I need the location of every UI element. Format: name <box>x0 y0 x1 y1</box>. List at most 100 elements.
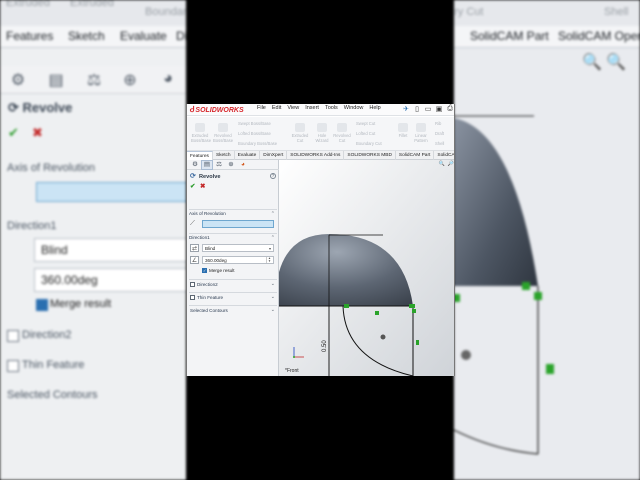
property-manager-icon: ▤ <box>48 72 64 89</box>
tab-solidcam-part[interactable]: SolidCAM Part <box>396 151 435 160</box>
pm-title-text: Revolve <box>199 173 221 180</box>
bg-merge-label: Merge result <box>50 298 112 310</box>
revolved-cut-button[interactable]: Revolved Cut <box>333 123 351 143</box>
feature-tree-icon: ⚙ <box>10 72 26 89</box>
collapse-chevron-icon: ⌃ <box>270 211 275 217</box>
draft-button[interactable]: Draft <box>435 131 444 136</box>
bg-dir2-label: Direction2 <box>22 329 72 341</box>
direction2-section[interactable]: Direction2 ⌄ <box>189 279 277 288</box>
bg-point <box>461 350 471 360</box>
solidworks-logo: Ꮷ SOLIDWORKS <box>190 105 244 115</box>
menu-insert[interactable]: Insert <box>305 105 319 111</box>
tab-addins[interactable]: SOLIDWORKS Add-Ins <box>287 151 345 160</box>
zoom-area-icon[interactable]: 🔎 <box>448 161 454 167</box>
angle-icon: ∠ <box>190 256 199 264</box>
axis-section-label: Axis of Revolution <box>189 211 226 216</box>
bg-tab: Evaluate <box>120 29 167 43</box>
bg-tab: Features <box>6 29 54 43</box>
relation-icon <box>412 309 416 313</box>
axis-section-header[interactable]: Axis of Revolution ⌃ <box>189 209 277 217</box>
viewport[interactable]: 0.50 <box>279 160 455 376</box>
extrude-cut-icon <box>295 123 305 132</box>
ok-button[interactable]: ✔ <box>190 182 195 190</box>
relation-icon <box>409 304 415 308</box>
lofted-cut-button[interactable]: Lofted Cut <box>356 131 375 136</box>
boundary-boss-button[interactable]: Boundary Boss/Base <box>238 141 277 146</box>
tab-dimxpert[interactable]: DimXpert <box>260 151 288 160</box>
save-icon[interactable]: ▣ <box>435 105 443 113</box>
dimension-label[interactable]: 0.50 <box>322 340 328 352</box>
bg-merge-check <box>36 299 48 311</box>
property-manager-icon[interactable]: ▤ <box>201 159 213 170</box>
extruded-cut-button[interactable]: Extruded Cut <box>291 123 309 143</box>
tab-features[interactable]: Features <box>187 151 213 160</box>
heads-up-view-toolbar: 🔍 🔎 <box>439 161 454 167</box>
quick-access-toolbar: ✈ ▯ ▭ ▣ ⎙ <box>402 105 454 113</box>
menu-window[interactable]: Window <box>344 105 364 111</box>
bg-axis-label: Axis of Revolution <box>7 162 96 174</box>
pin-icon[interactable]: ✈ <box>402 105 410 113</box>
menu-view[interactable]: View <box>287 105 299 111</box>
swept-boss-button[interactable]: Swept Boss/Base <box>238 121 271 126</box>
configuration-icon[interactable]: ⚖ <box>214 161 224 169</box>
bg-ribbon-text: Extruded <box>6 0 51 9</box>
bg-tab: Sketch <box>68 29 105 43</box>
help-icon[interactable]: ? <box>270 173 276 179</box>
thin-feature-section[interactable]: Thin Feature ⌄ <box>189 292 277 301</box>
lofted-boss-button[interactable]: Lofted Boss/Base <box>238 131 271 136</box>
revolved-boss-button[interactable]: Revolved Boss/Base <box>213 123 233 143</box>
reverse-direction-icon[interactable]: ⇄ <box>190 244 199 252</box>
ds-logo-icon: Ꮷ <box>190 105 195 114</box>
dimxpert-icon[interactable]: ⊕ <box>226 161 236 169</box>
graphics-area[interactable]: 0.50 🔍 🔎 *Front <box>279 160 455 376</box>
bg-ribbon-left: Extruded Extruded Boundary <box>0 0 186 26</box>
menu-tools[interactable]: Tools <box>325 105 338 111</box>
spinner-icon[interactable]: ▴ ▾ <box>266 256 272 263</box>
boundary-cut-button[interactable]: Boundary Cut <box>356 141 382 146</box>
menu-edit[interactable]: Edit <box>272 105 281 111</box>
bg-view-tools: 🔍 🔍 <box>582 54 627 71</box>
appearance-icon[interactable]: ◕ <box>238 161 248 169</box>
hole-wizard-button[interactable]: Hole Wizard <box>313 123 331 143</box>
thin-feature-label: Thin Feature <box>197 294 224 300</box>
sketch-point <box>380 334 386 340</box>
feature-tree-icon[interactable]: ⚙ <box>190 161 200 169</box>
linear-pattern-button[interactable]: Linear Pattern <box>412 123 430 143</box>
merge-result-label: Merge result <box>209 268 235 273</box>
new-doc-icon[interactable]: ▯ <box>413 105 421 113</box>
expand-chevron-icon: ⌄ <box>270 281 275 287</box>
title-bar: Ꮷ SOLIDWORKS File Edit View Insert Tools… <box>187 104 454 116</box>
angle-input[interactable]: 360.00deg ▴ ▾ <box>202 256 274 264</box>
shell-button[interactable]: Shell <box>435 141 444 146</box>
bg-right-panel: ary Cut Shell SolidCAM Part SolidCAM Ope… <box>454 0 640 480</box>
direction2-checkbox[interactable] <box>190 281 195 287</box>
thin-feature-checkbox[interactable] <box>190 294 195 300</box>
selected-contours-section[interactable]: Selected Contours ⌄ <box>189 305 277 314</box>
merge-result-checkbox[interactable]: ✓ Merge result <box>202 268 235 273</box>
end-condition-select[interactable]: Blind ▾ <box>202 244 274 252</box>
print-icon[interactable]: ⎙ <box>446 105 454 113</box>
axis-selection-field[interactable] <box>202 220 274 228</box>
menu-file[interactable]: File <box>257 105 266 111</box>
fillet-button[interactable]: Fillet <box>395 123 411 138</box>
swept-cut-button[interactable]: Swept Cut <box>356 121 375 126</box>
open-icon[interactable]: ▭ <box>424 105 432 113</box>
bg-angle: 360.00deg <box>34 268 186 292</box>
extruded-boss-button[interactable]: Extruded Boss/Base <box>191 123 211 143</box>
tab-evaluate[interactable]: Evaluate <box>235 151 261 160</box>
revolve-cut-icon <box>337 123 347 132</box>
zoom-to-fit-icon[interactable]: 🔍 <box>439 161 445 167</box>
bg-ribbon-text: Extruded <box>70 0 115 9</box>
tab-mbd[interactable]: SOLIDWORKS MBD <box>344 151 396 160</box>
bg-arc <box>454 429 539 455</box>
menu-help[interactable]: Help <box>369 105 380 111</box>
cancel-button[interactable]: ✖ <box>200 182 205 190</box>
bg-relation-icon <box>522 282 530 290</box>
bg-tab: Di <box>176 29 186 43</box>
bg-ribbon-text: Boundary <box>145 6 186 18</box>
rib-button[interactable]: Rib <box>435 121 441 126</box>
bg-dir2-check <box>7 330 19 342</box>
tab-solidcam-operations[interactable]: SolidCAM Opera <box>434 151 454 160</box>
direction1-section-header[interactable]: Direction1 ⌃ <box>189 233 277 241</box>
tab-sketch[interactable]: Sketch <box>213 151 235 160</box>
